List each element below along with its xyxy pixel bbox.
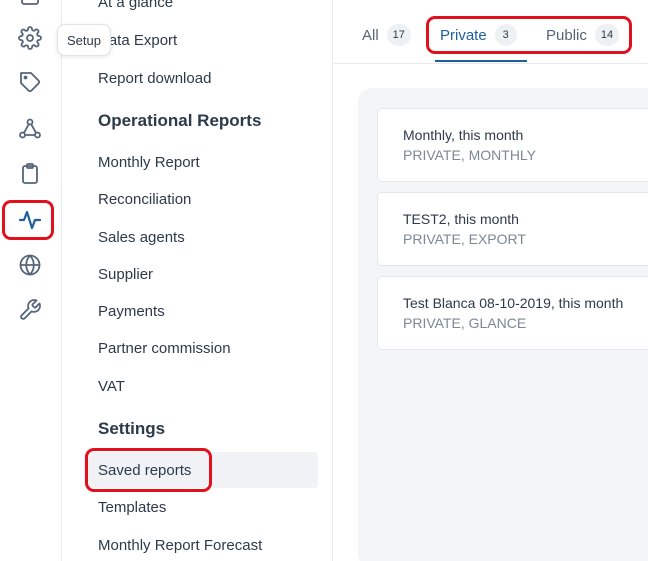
tab-private-count: 3 — [494, 24, 517, 46]
nav-reconciliation[interactable]: Reconciliation — [98, 191, 191, 208]
report-card[interactable]: Monthly, this month PRIVATE, MONTHLY — [377, 108, 648, 182]
tab-private[interactable]: Private 3 — [440, 24, 517, 46]
main-content: All 17 Private 3 Public 14 Monthly, this… — [334, 0, 648, 561]
heading-settings: Settings — [98, 419, 166, 438]
report-title: TEST2, this month — [403, 211, 519, 227]
nav-vat[interactable]: VAT — [98, 378, 125, 395]
network-icon[interactable] — [9, 111, 51, 147]
partial-top-icon[interactable] — [9, 0, 51, 14]
report-title: Test Blanca 08-10-2019, this month — [403, 295, 624, 311]
nav-monthly-report-forecast[interactable]: Monthly Report Forecast — [98, 537, 262, 554]
activity-icon[interactable] — [9, 202, 51, 238]
tab-public-count: 14 — [594, 24, 620, 46]
tab-all-count: 17 — [386, 24, 411, 46]
tabs-bar: All 17 Private 3 Public 14 — [334, 0, 648, 64]
nav-payments[interactable]: Payments — [98, 303, 165, 320]
active-tab-underline — [435, 60, 527, 62]
nav-partner-commission[interactable]: Partner commission — [98, 340, 231, 357]
clipboard-icon[interactable] — [9, 156, 51, 192]
globe-icon[interactable] — [9, 247, 51, 283]
tag-icon[interactable] — [9, 64, 51, 100]
report-card[interactable]: TEST2, this month PRIVATE, EXPORT — [377, 192, 648, 266]
tab-all[interactable]: All 17 — [362, 24, 411, 46]
wrench-icon[interactable] — [9, 292, 51, 328]
nav-saved-reports[interactable]: Saved reports — [98, 462, 191, 479]
setup-tooltip: Setup — [57, 24, 111, 56]
heading-operational-reports: Operational Reports — [98, 111, 262, 130]
nav-supplier[interactable]: Supplier — [98, 266, 153, 283]
nav-sales-agents[interactable]: Sales agents — [98, 229, 185, 246]
report-title: Monthly, this month — [403, 127, 524, 143]
report-card[interactable]: Test Blanca 08-10-2019, this month PRIVA… — [377, 276, 648, 350]
report-meta: PRIVATE, MONTHLY — [403, 147, 537, 163]
reports-subnav: At a glance Data Export Report download … — [70, 0, 333, 561]
tab-public[interactable]: Public 14 — [546, 24, 620, 46]
gear-icon[interactable] — [9, 20, 51, 56]
report-meta: PRIVATE, EXPORT — [403, 231, 526, 247]
icon-rail — [0, 0, 62, 561]
nav-templates[interactable]: Templates — [98, 499, 166, 516]
report-meta: PRIVATE, GLANCE — [403, 315, 527, 331]
nav-report-download[interactable]: Report download — [98, 70, 211, 87]
nav-monthly-report[interactable]: Monthly Report — [98, 154, 200, 171]
nav-at-a-glance[interactable]: At a glance — [98, 0, 173, 11]
